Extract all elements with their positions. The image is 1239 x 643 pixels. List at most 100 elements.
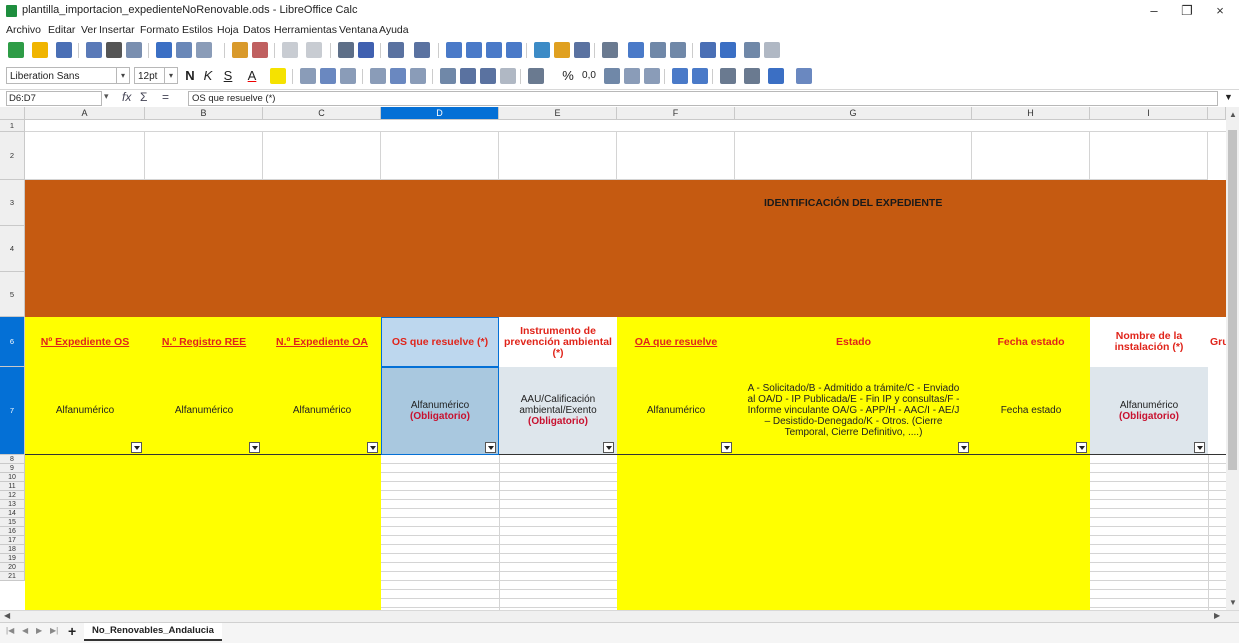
row-header[interactable]: 6: [0, 317, 25, 367]
delete-decimal-icon[interactable]: [644, 68, 660, 84]
type-cell-c[interactable]: Alfanumérico: [263, 367, 381, 455]
maximize-button[interactable]: ❐: [1172, 2, 1202, 20]
borders-icon[interactable]: [720, 68, 736, 84]
header-instrumento-prevencion[interactable]: Instrumento de prevención ambiental (*): [499, 317, 617, 367]
save-icon[interactable]: [56, 42, 72, 58]
sum-icon[interactable]: Σ: [140, 90, 147, 104]
vertical-scrollbar-thumb[interactable]: [1228, 130, 1237, 470]
underline-button[interactable]: S: [220, 67, 236, 85]
unmerge-cells-icon[interactable]: [500, 68, 516, 84]
wrap-text-icon[interactable]: [440, 68, 456, 84]
font-size-combo[interactable]: 12pt ▾: [134, 67, 178, 84]
row-header[interactable]: 4: [0, 226, 25, 272]
merge-cells-icon[interactable]: [480, 68, 496, 84]
menu-datos[interactable]: Datos: [243, 24, 270, 36]
type-cell-f[interactable]: Alfanumérico: [617, 367, 735, 455]
row-header[interactable]: 18: [0, 545, 25, 554]
chevron-down-icon[interactable]: ▾: [164, 68, 177, 83]
menu-ayuda[interactable]: Ayuda: [379, 24, 409, 36]
scroll-left-icon[interactable]: ◀: [4, 611, 10, 620]
row-header[interactable]: 12: [0, 491, 25, 500]
cell-g2[interactable]: [735, 132, 972, 180]
header-expediente-oa[interactable]: N.º Expediente OA: [263, 317, 381, 367]
type-cell-h[interactable]: Fecha estado: [972, 367, 1090, 455]
chevron-down-icon[interactable]: ▾: [104, 91, 109, 102]
type-cell-a[interactable]: Alfanumérico: [25, 367, 145, 455]
header-oa-resuelve[interactable]: OA que resuelve: [617, 317, 735, 367]
italic-button[interactable]: K: [200, 67, 216, 85]
row-header[interactable]: 21: [0, 572, 25, 581]
scroll-right-icon[interactable]: ▶: [1214, 611, 1220, 620]
pivot-table-icon[interactable]: [574, 42, 590, 58]
row-header[interactable]: 15: [0, 518, 25, 527]
header-expediente-os[interactable]: Nº Expediente OS: [25, 317, 145, 367]
find-replace-icon[interactable]: [338, 42, 354, 58]
date-format-icon[interactable]: [604, 68, 620, 84]
align-middle-icon[interactable]: [390, 68, 406, 84]
row-header[interactable]: 9: [0, 464, 25, 473]
cell-a2[interactable]: [25, 132, 145, 180]
special-character-icon[interactable]: [602, 42, 618, 58]
cell-i2[interactable]: [1090, 132, 1208, 180]
highlight-color-icon[interactable]: [270, 68, 286, 84]
column-header-c[interactable]: C: [263, 107, 381, 120]
data-area-i[interactable]: [1090, 455, 1226, 610]
new-document-icon[interactable]: [8, 42, 24, 58]
currency-format-icon[interactable]: [528, 68, 544, 84]
row-header[interactable]: 1: [0, 120, 25, 132]
minimize-button[interactable]: –: [1139, 2, 1169, 20]
define-print-area-icon[interactable]: [700, 42, 716, 58]
row-header[interactable]: 11: [0, 482, 25, 491]
type-cell-i[interactable]: Alfanumérico (Obligatorio): [1090, 367, 1208, 455]
row-header[interactable]: 8: [0, 455, 25, 464]
row-1[interactable]: [25, 120, 1226, 132]
autofilter-icon[interactable]: [506, 42, 522, 58]
row-header[interactable]: 3: [0, 180, 25, 226]
type-cell-g[interactable]: A - Solicitado/B - Admitido a trámite/C …: [735, 367, 972, 455]
open-folder-icon[interactable]: [32, 42, 48, 58]
sort-ascending-icon[interactable]: [466, 42, 482, 58]
menu-insertar[interactable]: Insertar: [99, 24, 135, 36]
row-icon[interactable]: [388, 42, 404, 58]
insert-chart-icon[interactable]: [554, 42, 570, 58]
copy-icon[interactable]: [176, 42, 192, 58]
row-header[interactable]: 14: [0, 509, 25, 518]
data-area-yellow-f-h[interactable]: [617, 455, 1090, 610]
column-header-g[interactable]: G: [735, 107, 972, 120]
print-preview-icon[interactable]: [126, 42, 142, 58]
cell-f2[interactable]: [617, 132, 735, 180]
menu-archivo[interactable]: Archivo: [6, 24, 41, 36]
scroll-up-icon[interactable]: ▲: [1229, 110, 1237, 119]
menu-formato[interactable]: Formato: [140, 24, 179, 36]
undo-icon[interactable]: [282, 42, 298, 58]
header-estado[interactable]: Estado: [735, 317, 972, 367]
percent-format-button[interactable]: %: [560, 67, 576, 85]
align-center-icon[interactable]: [320, 68, 336, 84]
cell-c2[interactable]: [263, 132, 381, 180]
formula-equals-icon[interactable]: =: [162, 90, 169, 104]
sheet-tab-active[interactable]: No_Renovables_Andalucia: [84, 623, 222, 641]
data-area-yellow-a-c[interactable]: [25, 455, 381, 610]
select-all-corner[interactable]: [0, 107, 25, 120]
font-name-combo[interactable]: Liberation Sans ▾: [6, 67, 130, 84]
bold-button[interactable]: N: [182, 67, 198, 85]
column-header-b[interactable]: B: [145, 107, 263, 120]
first-sheet-icon[interactable]: |◀: [6, 626, 14, 635]
number-format-button[interactable]: 0,0: [578, 67, 600, 85]
align-left-icon[interactable]: [300, 68, 316, 84]
row-header[interactable]: 16: [0, 527, 25, 536]
increase-indent-icon[interactable]: [672, 68, 688, 84]
comment-icon[interactable]: [650, 42, 666, 58]
freeze-rows-columns-icon[interactable]: [720, 42, 736, 58]
insert-image-icon[interactable]: [534, 42, 550, 58]
split-window-icon[interactable]: [744, 42, 760, 58]
add-sheet-button[interactable]: +: [68, 623, 76, 639]
last-sheet-icon[interactable]: ▶|: [50, 626, 58, 635]
row-header[interactable]: 2: [0, 132, 25, 180]
column-header-a[interactable]: A: [25, 107, 145, 120]
banner-merged-cell[interactable]: IDENTIFICACIÓN DEL EXPEDIENTE: [25, 180, 1226, 317]
menu-ver[interactable]: Ver: [81, 24, 97, 36]
redo-icon[interactable]: [306, 42, 322, 58]
header-nombre-instalacion[interactable]: Nombre de la instalación (*): [1090, 317, 1208, 367]
header-grupo-truncated[interactable]: Gru: [1208, 317, 1226, 367]
